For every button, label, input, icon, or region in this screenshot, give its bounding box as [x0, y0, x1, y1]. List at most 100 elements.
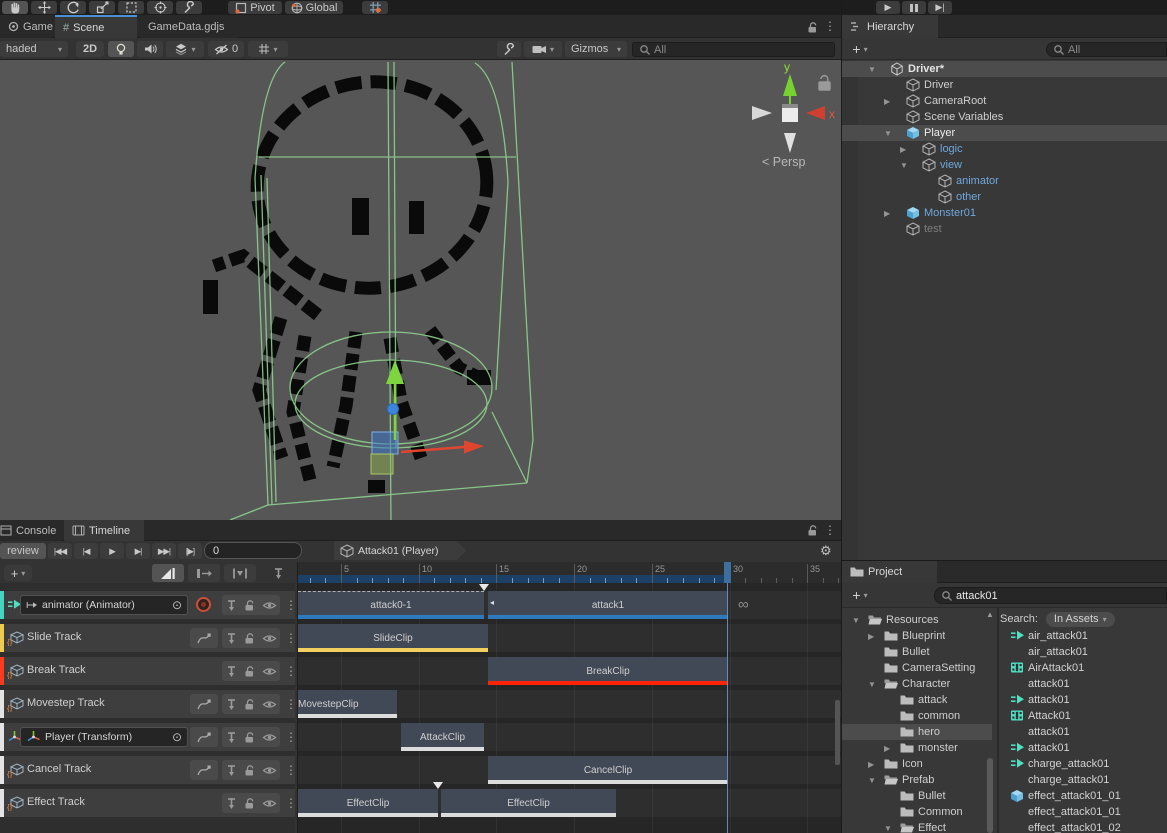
play-preview-button[interactable]: ▶: [100, 543, 124, 559]
scene-search-input[interactable]: All: [632, 42, 835, 57]
timeline-clip[interactable]: EffectClip: [441, 789, 616, 817]
curves-toggle-button[interactable]: [190, 628, 218, 648]
project-result-item[interactable]: charge_attack01: [1000, 756, 1167, 772]
preview-toggle-button[interactable]: review: [0, 543, 46, 559]
step-button[interactable]: ▶|: [928, 1, 952, 14]
hierarchy-item-other[interactable]: other: [842, 189, 1167, 205]
track-menu-icon[interactable]: ⋮: [285, 598, 297, 612]
gizmos-dropdown[interactable]: Gizmos▾: [565, 41, 627, 57]
pin-toggle-icon[interactable]: [226, 632, 237, 645]
pin-toggle-icon[interactable]: [226, 599, 237, 612]
lock-toggle-icon[interactable]: [243, 764, 256, 777]
tab-scene[interactable]: #Scene: [55, 15, 137, 38]
track-binding-field[interactable]: Player (Transform)⊙: [20, 727, 188, 747]
rect-tool-button[interactable]: [118, 1, 144, 14]
timeline-track-header[interactable]: {}Effect Track⋮: [0, 789, 295, 817]
frame-field[interactable]: 0: [204, 542, 302, 559]
timeline-clip[interactable]: SlideClip: [298, 624, 488, 652]
curves-toggle-button[interactable]: [190, 694, 218, 714]
timeline-clip-lanes[interactable]: attack0-1attack1◂SlideClipBreakClipMoves…: [297, 583, 841, 833]
scene-panel-menu-icon[interactable]: ⋮: [824, 19, 836, 33]
timeline-clip[interactable]: attack0-1: [298, 591, 484, 619]
timeline-panel-menu-icon[interactable]: ⋮: [824, 523, 836, 537]
viewcube-x-cone-icon[interactable]: [806, 106, 825, 120]
pin-toggle-icon[interactable]: [226, 797, 237, 810]
mix-mode-button[interactable]: [152, 564, 184, 582]
play-range-button[interactable]: [▶]: [178, 543, 202, 559]
foldout-closed-icon[interactable]: ▶: [884, 209, 894, 218]
timeline-track-header[interactable]: {}Break Track⋮: [0, 657, 295, 685]
ripple-mode-button[interactable]: [188, 564, 220, 582]
lock-toggle-icon[interactable]: [243, 632, 256, 645]
hidden-objects-button[interactable]: 0: [208, 41, 244, 57]
tab-timeline[interactable]: Timeline: [64, 520, 144, 541]
orientation-gizmo[interactable]: y x: [752, 60, 835, 153]
pin-toggle-icon[interactable]: [226, 698, 237, 711]
go-to-start-button[interactable]: |◀◀: [48, 543, 72, 559]
track-menu-icon[interactable]: ⋮: [285, 730, 297, 744]
timeline-marker-icon[interactable]: [433, 782, 443, 789]
foldout-open-icon[interactable]: ▼: [868, 680, 878, 689]
lighting-toggle-button[interactable]: [108, 41, 134, 57]
hierarchy-item-test[interactable]: test: [842, 221, 1167, 237]
2d-toggle-button[interactable]: 2D: [76, 41, 104, 57]
tab-game[interactable]: Game: [0, 15, 52, 38]
pin-toggle-icon[interactable]: [226, 665, 237, 678]
project-folder-resources[interactable]: ▼Resources: [842, 612, 992, 628]
playhead-line[interactable]: [727, 562, 728, 833]
object-picker-icon[interactable]: ⊙: [172, 730, 182, 744]
project-result-item[interactable]: attack01: [1000, 724, 1167, 740]
hierarchy-item-logic[interactable]: ▶logic: [842, 141, 1167, 157]
scene-viewport[interactable]: y x < Persp: [0, 60, 841, 520]
foldout-closed-icon[interactable]: ▶: [884, 744, 894, 753]
track-menu-icon[interactable]: ⋮: [285, 697, 297, 711]
viewcube-down-cone-icon[interactable]: [784, 133, 796, 153]
project-result-item[interactable]: charge_attack01: [1000, 772, 1167, 788]
add-marker-button[interactable]: [266, 564, 290, 582]
lock-toggle-icon[interactable]: [243, 797, 256, 810]
curves-toggle-button[interactable]: [190, 727, 218, 747]
hierarchy-item-monster01[interactable]: ▶Monster01: [842, 205, 1167, 221]
project-folder-common[interactable]: common: [842, 708, 992, 724]
timeline-clip[interactable]: attack1◂: [488, 591, 728, 619]
foldout-open-icon[interactable]: ▼: [852, 616, 862, 625]
viewcube-y-cone-icon[interactable]: [783, 74, 797, 96]
tab-console[interactable]: Console: [0, 520, 62, 541]
add-track-button[interactable]: +▾: [4, 565, 32, 581]
hierarchy-item-scene-variables[interactable]: Scene Variables: [842, 109, 1167, 125]
timeline-scrollbar-thumb[interactable]: [835, 700, 840, 765]
pause-button[interactable]: [902, 1, 926, 14]
go-to-end-button[interactable]: ▶▶|: [152, 543, 176, 559]
audio-toggle-button[interactable]: [137, 41, 163, 57]
timeline-track-header[interactable]: {}Cancel Track⋮: [0, 756, 295, 784]
track-menu-icon[interactable]: ⋮: [285, 631, 297, 645]
project-result-item[interactable]: attack01: [1000, 676, 1167, 692]
project-result-item[interactable]: attack01: [1000, 692, 1167, 708]
project-folder-monster[interactable]: ▶monster: [842, 740, 992, 756]
search-scope-dropdown[interactable]: In Assets▾: [1046, 612, 1115, 627]
pin-toggle-icon[interactable]: [226, 764, 237, 777]
hierarchy-item-cameraroot[interactable]: ▶CameraRoot: [842, 93, 1167, 109]
pivot-toggle-button[interactable]: Pivot: [228, 1, 282, 14]
timeline-track-header[interactable]: {}Slide Track⋮: [0, 624, 295, 652]
foldout-open-icon[interactable]: ▼: [900, 161, 910, 170]
grid-visibility-dropdown[interactable]: ▾: [248, 41, 288, 57]
curves-toggle-button[interactable]: [190, 760, 218, 780]
foldout-closed-icon[interactable]: ▶: [884, 97, 894, 106]
effects-dropdown[interactable]: ▾: [166, 41, 204, 57]
eye-toggle-icon[interactable]: [262, 666, 277, 677]
viewcube-lock-icon[interactable]: [819, 76, 830, 90]
timeline-clip[interactable]: CancelClip: [488, 756, 728, 784]
record-button[interactable]: [196, 597, 211, 612]
foldout-closed-icon[interactable]: ▶: [868, 760, 878, 769]
perspective-label[interactable]: < Persp: [762, 155, 805, 169]
timeline-clip[interactable]: BreakClip: [488, 657, 728, 685]
project-folder-effect[interactable]: ▼Effect: [842, 820, 992, 833]
timeline-track-header[interactable]: Player (Transform)⊙ ⋮: [0, 723, 295, 751]
hierarchy-search-input[interactable]: All: [1046, 42, 1167, 57]
project-folder-blueprint[interactable]: ▶Blueprint: [842, 628, 992, 644]
track-menu-icon[interactable]: ⋮: [285, 664, 297, 678]
project-folder-camerasetting[interactable]: CameraSetting: [842, 660, 992, 676]
viewcube-left-cone-icon[interactable]: [752, 106, 772, 120]
global-toggle-button[interactable]: Global: [285, 1, 343, 14]
